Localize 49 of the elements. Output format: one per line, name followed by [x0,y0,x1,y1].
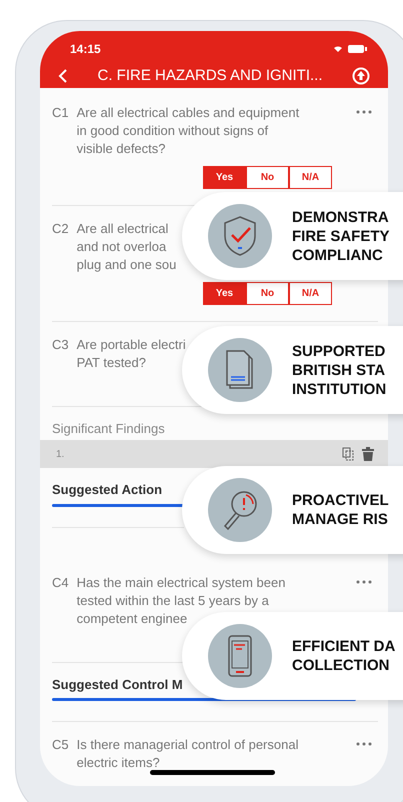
callout-text: FIRE SAFETY [292,226,390,246]
answer-button[interactable]: Yes [203,282,246,304]
question-number: C3 [52,336,69,354]
callout-text: PROACTIVEL [292,491,389,510]
back-icon[interactable] [58,68,68,84]
question-text: Has the main electrical system been [76,574,286,592]
question-number: C4 [52,574,69,592]
question-text: electric items? [76,754,160,772]
field-label: Suggested Action [52,481,162,499]
answer-button[interactable]: N/A [289,282,332,304]
answer-button[interactable]: Yes [203,166,246,188]
callout-text: SUPPORTED [292,342,386,360]
question-text: plug and one sou [76,256,176,274]
question-text: in good condition without signs of [76,122,268,140]
question-text: tested within the last 5 years by a [76,592,269,610]
section-label: Significant Findings [52,420,165,438]
callout-text: COLLECTION [292,656,390,675]
answer-button[interactable]: No [246,282,289,304]
status-time: 14:15 [70,41,101,58]
answer-button[interactable]: N/A [289,166,332,188]
question-text: Are all electrical cables and equipment [76,104,300,122]
callout-text: COMPLIANC [292,246,384,264]
question-text: PAT tested? [76,354,146,372]
trash-icon[interactable] [362,447,374,461]
question-text: competent enginee [76,610,188,628]
question-number: C2 [52,220,69,238]
callout-text: MANAGE RIS [292,510,389,529]
question-text: visible defects? [76,140,166,158]
answer-button[interactable]: No [246,166,289,188]
status-icons [334,44,370,54]
question-text: Are portable electri [76,336,186,354]
copy-icon[interactable] [342,447,354,461]
field-underline[interactable] [52,504,184,506]
question-text: Are all electrical [76,220,168,238]
callout-text: INSTITUTION [292,380,386,398]
question-number: C5 [52,736,69,754]
question-text: Is there managerial control of personal [76,736,298,754]
callout-text: EFFICIENT DA [292,637,396,656]
more-icon[interactable] [356,742,372,746]
finding-row[interactable]: 1. [40,440,388,468]
question-number: C1 [52,104,69,122]
upload-icon[interactable] [352,67,370,86]
field-label: Suggested Control M [52,676,183,694]
more-icon[interactable] [356,110,372,114]
question-text: and not overloa [76,238,166,256]
screen-title: C. FIRE HAZARDS AND IGNITI... [97,66,323,86]
more-icon[interactable] [356,580,372,584]
callout-text: DEMONSTRA [292,208,390,226]
callout-text: BRITISH STA [292,360,386,380]
